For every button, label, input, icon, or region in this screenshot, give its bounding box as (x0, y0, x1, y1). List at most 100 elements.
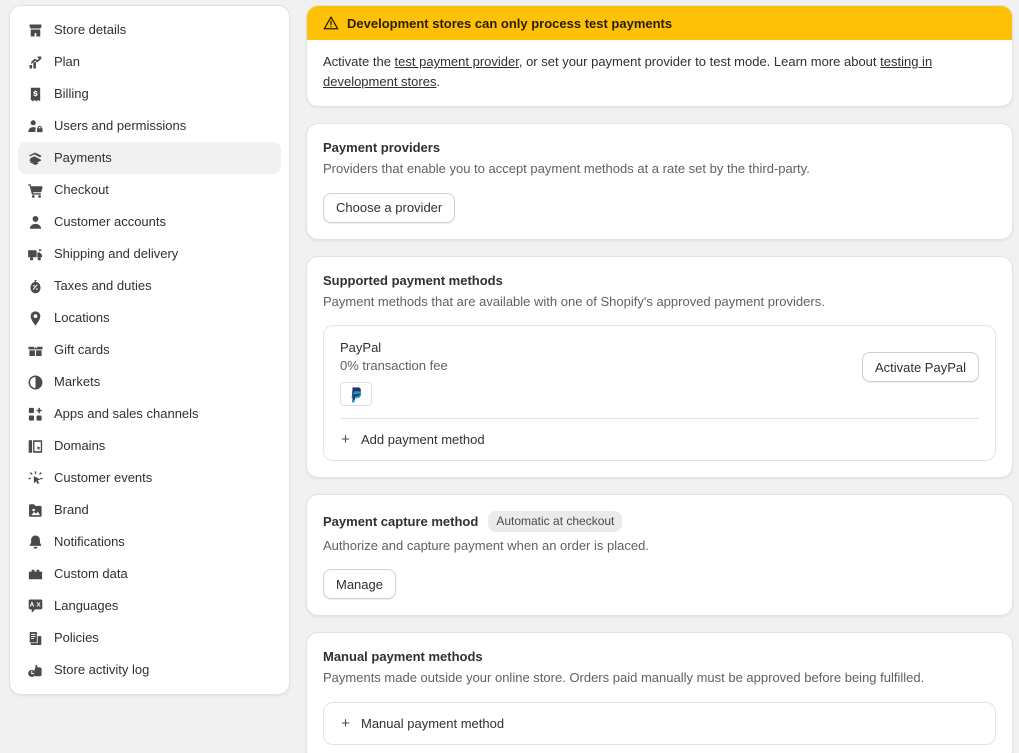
activate-paypal-button[interactable]: Activate PayPal (861, 352, 979, 383)
banner-text-1: Activate the (323, 54, 395, 69)
sidebar-item-label: Domains (54, 438, 106, 453)
sidebar-item-label: Customer accounts (54, 214, 166, 229)
manual-payment-methods-section: Manual payment methods Payments made out… (307, 633, 1012, 753)
sidebar-item-checkout[interactable]: Checkout (18, 174, 281, 206)
sidebar-item-label: Store activity log (54, 662, 150, 677)
supported-payment-methods-description: Payment methods that are available with … (323, 293, 825, 309)
sidebar-item-label: Gift cards (54, 342, 110, 357)
banner-text-2: , or set your payment provider to test m… (518, 54, 881, 69)
sidebar-item-label: Notifications (54, 534, 125, 549)
sidebar-item-label: Users and permissions (54, 118, 187, 133)
sidebar-item-markets[interactable]: Markets (18, 366, 281, 398)
capture-method-title-row: Payment capture method Automatic at chec… (323, 511, 996, 532)
bell-icon (26, 533, 44, 551)
sidebar-item-label: Shipping and delivery (54, 246, 179, 261)
sidebar-item-languages[interactable]: Languages (18, 590, 281, 622)
sidebar-item-store-activity-log[interactable]: Store activity log (18, 654, 281, 686)
globe-icon (26, 373, 44, 391)
sidebar-item-notifications[interactable]: Notifications (18, 526, 281, 558)
sidebar-item-policies[interactable]: Policies (18, 622, 281, 654)
sidebar-card: Store details Plan Billing Users and permis… (9, 5, 290, 695)
sidebar-item-apps-and-sales-channels[interactable]: Apps and sales channels (18, 398, 281, 430)
payment-capture-method-description: Authorize and capture payment when an or… (323, 537, 649, 553)
add-payment-method-button[interactable]: + Add payment method (324, 419, 995, 460)
apps-icon (26, 405, 44, 423)
warning-triangle-icon (323, 15, 339, 31)
users-icon (26, 117, 44, 135)
supported-payment-methods-title: Supported payment methods (323, 272, 503, 288)
sidebar-item-brand[interactable]: Brand (18, 494, 281, 526)
banner-text-3: . (436, 74, 441, 90)
add-manual-payment-method-button[interactable]: + Manual payment method (324, 703, 995, 744)
sidebar-item-label: Checkout (54, 182, 109, 197)
sidebar-item-users-and-permissions[interactable]: Users and permissions (18, 110, 281, 142)
supported-payment-methods-section: Supported payment methods Payment method… (307, 257, 1012, 478)
sidebar-item-payments[interactable]: Payments (18, 142, 281, 174)
manual-payment-methods-description: Payments made outside your online store.… (323, 670, 925, 686)
languages-icon (26, 597, 44, 615)
sidebar-item-billing[interactable]: Billing (18, 78, 281, 110)
policies-icon (26, 629, 44, 647)
paypal-logo (340, 382, 372, 407)
payment-capture-method-title: Payment capture method (323, 513, 479, 529)
capture-method-badge: Automatic at checkout (488, 511, 623, 532)
banner-body: Activate the test payment provider, or s… (307, 40, 1012, 106)
sidebar-item-label: Custom data (54, 566, 128, 581)
settings-main-content: Development stores can only process test… (300, 0, 1019, 753)
payment-methods-list: PayPal 0% transaction fee Activate PayPa… (323, 325, 996, 462)
truck-icon (26, 245, 44, 263)
banner-header: Development stores can only process test… (307, 6, 1012, 40)
payment-capture-method-card: Payment capture method Automatic at chec… (306, 494, 1013, 617)
taxes-icon (26, 277, 44, 295)
sidebar-item-label: Taxes and duties (54, 278, 152, 293)
sidebar-item-customer-events[interactable]: Customer events (18, 462, 281, 494)
sidebar-item-label: Billing (54, 86, 89, 101)
location-pin-icon (26, 309, 44, 327)
custom-data-icon (26, 565, 44, 583)
sidebar-item-label: Apps and sales channels (54, 406, 199, 421)
sidebar-item-label: Languages (54, 598, 119, 613)
sidebar-item-locations[interactable]: Locations (18, 302, 281, 334)
test-payment-provider-link[interactable]: test payment provider (395, 54, 519, 69)
domains-icon (26, 437, 44, 455)
plus-icon: + (341, 714, 350, 732)
development-store-banner: Development stores can only process test… (306, 5, 1013, 108)
manage-capture-method-button[interactable]: Manage (323, 569, 396, 600)
payment-capture-method-section: Payment capture method Automatic at chec… (307, 495, 1012, 615)
sidebar-item-label: Customer events (54, 470, 153, 485)
sidebar-item-shipping-and-delivery[interactable]: Shipping and delivery (18, 238, 281, 270)
plan-icon (26, 53, 44, 71)
sidebar-item-plan[interactable]: Plan (18, 46, 281, 78)
sidebar-item-label: Locations (54, 310, 110, 325)
settings-sidebar: Store details Plan Billing Users and permis… (0, 0, 300, 753)
payment-method-action: Activate PayPal (861, 340, 979, 383)
payment-providers-card: Payment providers Providers that enable … (306, 123, 1013, 240)
sidebar-item-gift-cards[interactable]: Gift cards (18, 334, 281, 366)
settings-page: Store details Plan Billing Users and permis… (0, 0, 1019, 753)
cart-icon (26, 181, 44, 199)
sidebar-item-custom-data[interactable]: Custom data (18, 558, 281, 590)
sidebar-nav-list: Store details Plan Billing Users and permis… (18, 14, 281, 686)
sidebar-item-domains[interactable]: Domains (18, 430, 281, 462)
add-manual-payment-method-label: Manual payment method (361, 715, 505, 731)
supported-payment-methods-card: Supported payment methods Payment method… (306, 255, 1013, 479)
payment-providers-section: Payment providers Providers that enable … (307, 124, 1012, 239)
manual-payment-methods-card: Manual payment methods Payments made out… (306, 632, 1013, 753)
sidebar-item-label: Brand (54, 502, 89, 517)
billing-icon (26, 85, 44, 103)
brand-icon (26, 501, 44, 519)
choose-a-provider-button[interactable]: Choose a provider (323, 192, 456, 223)
payments-icon (26, 149, 44, 167)
person-icon (26, 213, 44, 231)
store-icon (26, 21, 44, 39)
plus-icon: + (341, 431, 350, 449)
banner-title: Development stores can only process test… (347, 15, 673, 31)
sidebar-item-customer-accounts[interactable]: Customer accounts (18, 206, 281, 238)
sidebar-item-label: Plan (54, 54, 81, 69)
sidebar-item-taxes-and-duties[interactable]: Taxes and duties (18, 270, 281, 302)
sidebar-item-store-details[interactable]: Store details (18, 14, 281, 46)
payment-method-info: PayPal 0% transaction fee (340, 340, 862, 407)
payment-method-fee: 0% transaction fee (340, 358, 448, 374)
payment-providers-title: Payment providers (323, 140, 441, 156)
payment-method-row: PayPal 0% transaction fee Activate PayPa… (324, 326, 995, 418)
